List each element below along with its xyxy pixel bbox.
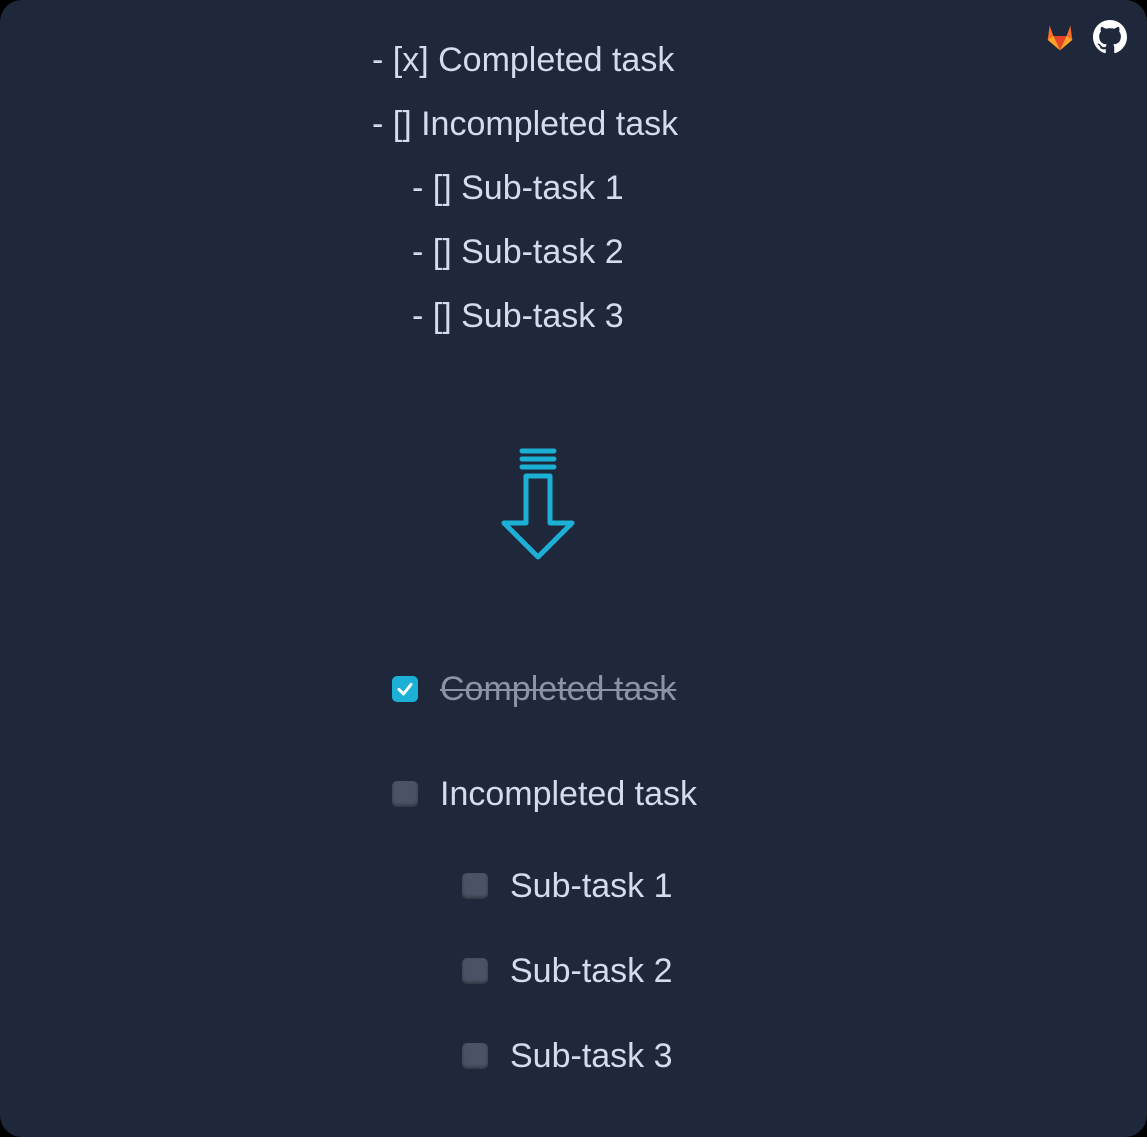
- checkmark-icon: [397, 683, 413, 696]
- subtask-checkbox-unchecked[interactable]: [462, 958, 488, 984]
- markdown-line-subtask-3: - [] Sub-task 3: [412, 297, 624, 335]
- task-item-completed: Completed task: [392, 669, 676, 709]
- app-window: - [x] Completed task - [] Incompleted ta…: [0, 0, 1147, 1137]
- task-label-subtask-2: Sub-task 2: [510, 952, 673, 990]
- arrow-down-icon: [501, 448, 575, 560]
- task-label-subtask-3: Sub-task 3: [510, 1037, 673, 1075]
- task-label-subtask-1: Sub-task 1: [510, 867, 673, 905]
- task-label-completed: Completed task: [440, 670, 677, 708]
- task-item-subtask-3: Sub-task 3: [462, 1036, 673, 1076]
- task-checkbox-unchecked[interactable]: [392, 781, 418, 807]
- task-label-incompleted: Incompleted task: [440, 775, 698, 813]
- markdown-line-subtask-1: - [] Sub-task 1: [412, 169, 624, 207]
- task-item-subtask-1: Sub-task 1: [462, 866, 673, 906]
- task-item-incompleted: Incompleted task: [392, 774, 697, 814]
- header-icons: [1043, 20, 1127, 54]
- markdown-line-incompleted: - [] Incompleted task: [372, 105, 679, 143]
- markdown-line-completed: - [x] Completed task: [372, 41, 675, 79]
- subtask-checkbox-unchecked[interactable]: [462, 873, 488, 899]
- task-checkbox-checked[interactable]: [392, 676, 418, 702]
- subtask-checkbox-unchecked[interactable]: [462, 1043, 488, 1069]
- markdown-line-subtask-2: - [] Sub-task 2: [412, 233, 624, 271]
- github-icon[interactable]: [1093, 20, 1127, 54]
- task-item-subtask-2: Sub-task 2: [462, 951, 673, 991]
- gitlab-icon[interactable]: [1043, 20, 1077, 54]
